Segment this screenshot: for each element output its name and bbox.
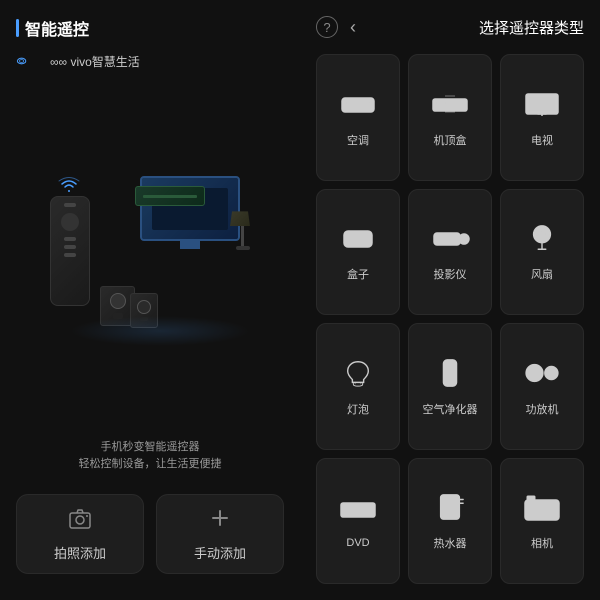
remote-control-icon [50, 196, 90, 306]
ac-label: 空调 [347, 132, 369, 148]
air-label: 空气净化器 [423, 401, 478, 417]
right-panel: ? ‹ 选择遥控器类型 空调 [300, 0, 600, 600]
manual-add-button[interactable]: 手动添加 [156, 494, 284, 574]
remote-btn-3 [64, 245, 76, 249]
vivo-logo-area: ∞∞ vivo智慧生活 [16, 52, 284, 70]
ac-device-icon [338, 89, 378, 124]
help-button[interactable]: ? [316, 16, 338, 38]
box-device-icon [338, 223, 378, 258]
tagline: 手机秒变智能遥控器 轻松控制设备，让生活更便捷 [16, 439, 284, 474]
title-bar: 智能遥控 [16, 16, 89, 40]
device-card-amp[interactable]: 功放机 [500, 323, 584, 450]
device-card-box[interactable]: 盒子 [316, 189, 400, 316]
box-label: 盒子 [347, 266, 369, 282]
device-card-bulb[interactable]: 灯泡 [316, 323, 400, 450]
bulb-label: 灯泡 [347, 401, 369, 417]
device-card-ac[interactable]: 空调 [316, 54, 400, 181]
stb-device-icon [430, 89, 470, 124]
back-button[interactable]: ‹ [350, 17, 356, 38]
right-header: ? ‹ 选择遥控器类型 [316, 16, 584, 38]
floor-shadow [70, 316, 250, 346]
water-label: 热水器 [434, 535, 467, 551]
camera-device-icon [522, 492, 562, 527]
lamp-icon [230, 211, 255, 256]
right-header-left: ? ‹ [316, 16, 356, 38]
title-accent [16, 19, 19, 37]
photo-add-label: 拍照添加 [54, 543, 106, 562]
plus-icon [209, 507, 231, 535]
proj-device-icon [430, 223, 470, 258]
stb-label: 机顶盒 [434, 132, 467, 148]
tv-label: 电视 [531, 132, 553, 148]
right-panel-title: 选择遥控器类型 [479, 17, 584, 38]
proj-label: 投影仪 [434, 266, 467, 282]
header-left: 智能遥控 [16, 16, 284, 40]
photo-add-button[interactable]: 拍照添加 [16, 494, 144, 574]
vivo-icon [16, 52, 44, 70]
device-card-stb[interactable]: 机顶盒 [408, 54, 492, 181]
ac-icon [135, 186, 205, 206]
amp-device-icon [522, 358, 562, 393]
illus-container [40, 156, 260, 356]
camera-label: 相机 [531, 535, 553, 551]
bulb-device-icon [338, 358, 378, 393]
manual-add-label: 手动添加 [194, 543, 246, 562]
device-card-dvd[interactable]: DVD [316, 458, 400, 585]
device-card-camera[interactable]: 相机 [500, 458, 584, 585]
fan-label: 风扇 [531, 266, 553, 282]
vivo-text: ∞∞ vivo智慧生活 [50, 53, 140, 70]
remote-btn-2 [64, 237, 76, 241]
device-card-fan[interactable]: 风扇 [500, 189, 584, 316]
tagline-line1: 手机秒变智能遥控器 [16, 439, 284, 457]
dvd-device-icon [338, 494, 378, 529]
illustration-area [16, 82, 284, 431]
left-panel: 智能遥控 ∞∞ vivo智慧生活 [0, 0, 300, 600]
device-card-air[interactable]: 空气净化器 [408, 323, 492, 450]
device-grid: 空调 机顶盒 [316, 54, 584, 584]
remote-btn-1 [64, 203, 76, 207]
dvd-label: DVD [346, 537, 369, 549]
app-title: 智能遥控 [25, 16, 89, 40]
fan-device-icon [522, 223, 562, 258]
water-device-icon [430, 492, 470, 527]
device-card-water[interactable]: 热水器 [408, 458, 492, 585]
action-buttons: 拍照添加 手动添加 [16, 494, 284, 584]
remote-dpad [61, 213, 79, 231]
device-card-proj[interactable]: 投影仪 [408, 189, 492, 316]
camera-add-icon [68, 507, 92, 535]
device-card-tv[interactable]: 电视 [500, 54, 584, 181]
air-device-icon [430, 358, 470, 393]
tagline-line2: 轻松控制设备，让生活更便捷 [16, 456, 284, 474]
tv-device-icon [522, 89, 562, 124]
amp-label: 功放机 [526, 401, 559, 417]
tv-stand [180, 239, 200, 249]
remote-btn-4 [64, 253, 76, 257]
